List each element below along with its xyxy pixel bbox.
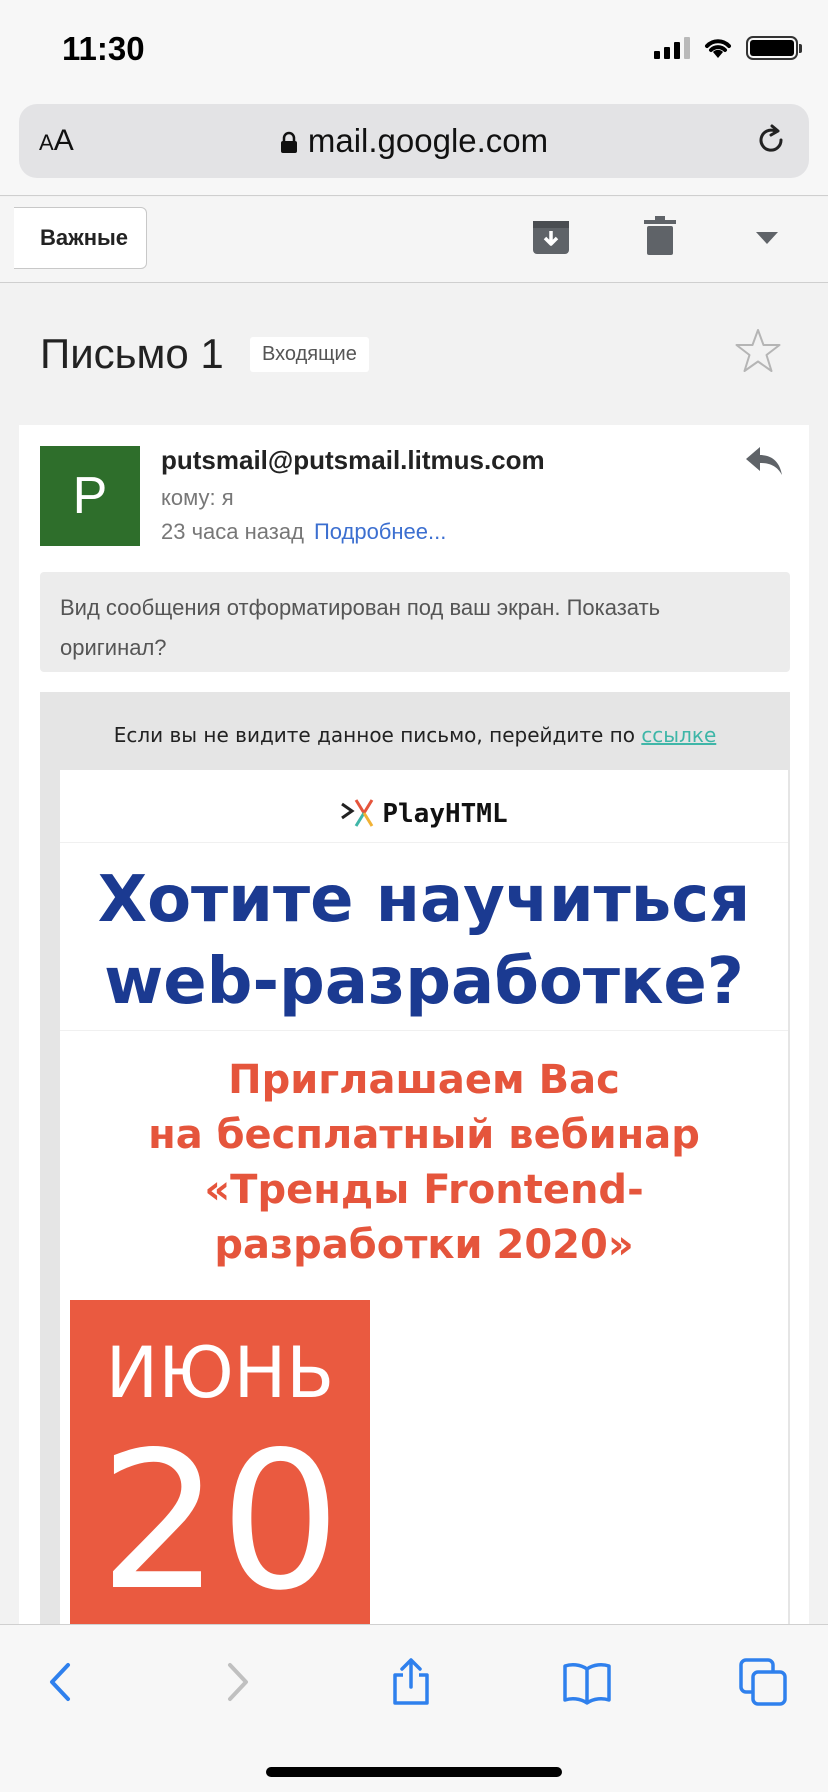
status-time: 11:30 <box>62 30 145 67</box>
headline-line-2: web-разработке? <box>104 945 744 1019</box>
lock-icon <box>280 131 297 153</box>
reply-icon[interactable] <box>744 445 784 479</box>
url-display[interactable]: mail.google.com <box>19 122 809 160</box>
address-bar[interactable]: AA mail.google.com <box>19 104 809 178</box>
invite-line-1: Приглашаем Вас <box>228 1057 620 1103</box>
home-indicator <box>266 1767 562 1777</box>
mail-toolbar: Важные <box>0 197 828 283</box>
trash-icon[interactable] <box>644 215 676 255</box>
share-icon[interactable] <box>386 1657 436 1707</box>
format-notice[interactable]: Вид сообщения отформатирован под ваш экр… <box>40 572 790 672</box>
message-time: 23 часа назад <box>161 519 304 544</box>
reload-icon[interactable] <box>753 122 789 158</box>
date-month: ИЮНЬ <box>105 1332 335 1414</box>
wifi-icon <box>705 39 731 58</box>
forward-icon[interactable] <box>212 1657 262 1707</box>
browser-address-area: AA mail.google.com <box>0 96 828 196</box>
invite-line-4: разработки 2020» <box>214 1222 634 1268</box>
recipient-line: кому: я <box>161 485 234 510</box>
headline: Хотите научиться web-разработке? <box>60 843 788 1031</box>
preheader-link[interactable]: ссылке <box>641 723 716 747</box>
star-icon[interactable] <box>735 328 781 374</box>
date-block: ИЮНЬ 20 <box>70 1300 370 1640</box>
tabs-icon[interactable] <box>738 1657 788 1707</box>
brand-name: PlayHTML <box>382 799 508 829</box>
brand-header: PlayHTML <box>60 770 788 843</box>
time-line: 23 часа назад Подробнее... <box>161 519 446 545</box>
details-link[interactable]: Подробнее... <box>314 519 446 544</box>
chevron-down-icon[interactable] <box>756 231 778 245</box>
back-icon[interactable] <box>36 1657 86 1707</box>
sender-address[interactable]: putsmail@putsmail.litmus.com <box>161 445 545 476</box>
back-label[interactable]: Важные <box>14 207 148 269</box>
status-bar: 11:30 <box>0 0 828 96</box>
battery-icon <box>746 36 802 60</box>
avatar: P <box>40 446 140 546</box>
invite-line-3: «Тренды Frontend- <box>204 1167 644 1213</box>
invite-line-2: на бесплатный вебинар <box>148 1112 700 1158</box>
preheader-text: Если вы не видите данное письмо, перейди… <box>113 723 635 747</box>
url-text: mail.google.com <box>307 122 549 159</box>
message-subject: Письмо 1 <box>40 330 224 377</box>
signal-icon <box>654 37 690 59</box>
browser-bottom-toolbar <box>0 1624 828 1792</box>
inbox-label-badge[interactable]: Входящие <box>250 337 369 372</box>
status-icons <box>654 36 802 60</box>
message-card: P putsmail@putsmail.litmus.com кому: я 2… <box>19 425 809 1792</box>
preheader: Если вы не видите данное письмо, перейди… <box>40 692 790 770</box>
book-icon[interactable] <box>562 1657 612 1707</box>
playhtml-logo-icon <box>341 799 374 827</box>
date-day: 20 <box>99 1411 341 1632</box>
archive-icon[interactable] <box>532 217 570 255</box>
headline-line-1: Хотите научиться <box>97 863 751 937</box>
invite-text: Приглашаем Вас на бесплатный вебинар «Тр… <box>60 1031 788 1273</box>
